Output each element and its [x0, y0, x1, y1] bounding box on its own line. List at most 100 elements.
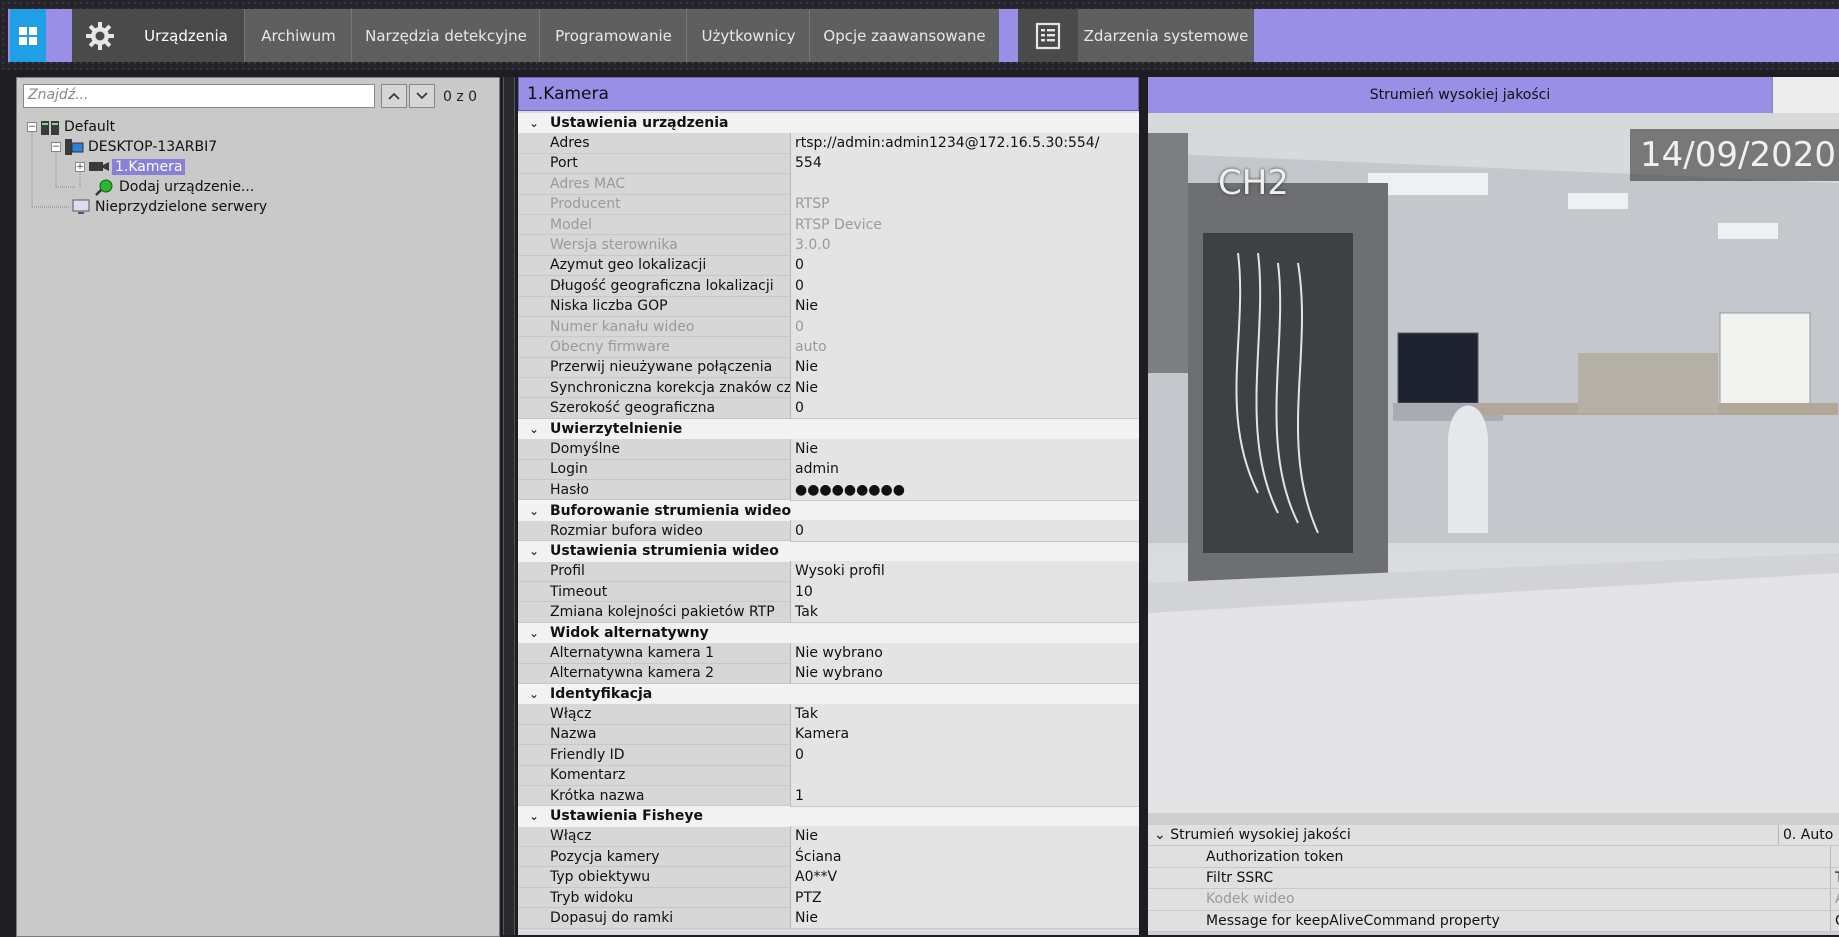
property-value[interactable]: Kamera [790, 724, 1139, 746]
stream-property-row[interactable]: Filtr SSRC Tak [1148, 867, 1839, 890]
property-value[interactable]: Nie wybrano [790, 663, 1139, 685]
property-row[interactable]: Model RTSP Device [518, 214, 1139, 236]
stream-property-row[interactable]: Message for keepAliveCommand property OPT… [1148, 910, 1839, 932]
property-row[interactable]: Szerokość geograficzna 0 [518, 397, 1139, 420]
expand-icon[interactable]: + [75, 162, 85, 172]
property-row[interactable]: Długość geograficzna lokalizacji 0 [518, 275, 1139, 298]
property-row[interactable]: Adres MAC [518, 173, 1139, 196]
property-category[interactable]: ⌄ Widok alternatywny [518, 622, 1139, 644]
chevron-down-icon[interactable]: ⌄ [518, 544, 550, 558]
property-value[interactable]: Nie [790, 357, 1139, 379]
property-value[interactable]: Nie [790, 438, 1139, 461]
stream-category[interactable]: ⌄ Strumień wysokiej jakości 0. Auto [1148, 825, 1839, 847]
property-row[interactable]: Obecny firmware auto [518, 336, 1139, 359]
property-row[interactable]: Login admin [518, 459, 1139, 481]
property-row[interactable]: Zmiana kolejności pakietów RTP Tak [518, 601, 1139, 624]
stream-property-value[interactable]: Tak [1830, 867, 1839, 889]
property-category[interactable]: ⌄ Ustawienia urządzenia [518, 113, 1139, 134]
property-row[interactable]: Włącz Tak [518, 703, 1139, 726]
gear-icon[interactable] [72, 9, 128, 62]
chevron-down-icon[interactable]: ⌄ [518, 504, 550, 518]
tree-item-default[interactable]: − Default [27, 117, 115, 137]
property-row[interactable]: Włącz Nie [518, 826, 1139, 848]
tab-low-quality-stream[interactable] [1772, 77, 1839, 113]
property-row[interactable]: Adres rtsp://admin:admin1234@172.16.5.30:… [518, 132, 1139, 155]
property-category[interactable]: ⌄ Uwierzytelnienie [518, 418, 1139, 440]
property-row[interactable]: Tryb widoku PTZ [518, 887, 1139, 909]
property-category[interactable]: ⌄ Identyfikacja [518, 683, 1139, 705]
property-value[interactable]: rtsp://admin:admin1234@172.16.5.30:554/ [790, 132, 1139, 155]
property-value[interactable]: 0 [790, 744, 1139, 766]
property-row[interactable]: Numer kanału wideo 0 [518, 316, 1139, 338]
property-row[interactable]: Nazwa Kamera [518, 724, 1139, 746]
property-row[interactable]: Przerwij nieużywane połączenia Nie [518, 357, 1139, 379]
property-row[interactable]: Niska liczba GOP Nie [518, 296, 1139, 318]
tree-item-unassigned-servers[interactable]: Nieprzydzielone serwery [71, 197, 267, 217]
previous-result-button[interactable] [381, 84, 407, 108]
chevron-down-icon[interactable]: ⌄ [518, 422, 550, 436]
collapse-icon[interactable]: − [51, 142, 61, 152]
property-row[interactable]: Hasło ●●●●●●●●● [518, 479, 1139, 501]
tab-system-events[interactable]: Zdarzenia systemowe [1078, 9, 1254, 62]
tab-high-quality-stream[interactable]: Strumień wysokiej jakości [1148, 77, 1772, 113]
tree-item-add-device[interactable]: Dodaj urządzenie... [95, 177, 254, 197]
property-value[interactable]: Ściana [790, 846, 1139, 868]
chevron-down-icon[interactable]: ⌄ [518, 626, 550, 640]
property-value[interactable]: admin [790, 459, 1139, 481]
property-value[interactable] [790, 765, 1139, 787]
property-value[interactable]: Nie [790, 826, 1139, 848]
chevron-down-icon[interactable]: ⌄ [518, 687, 550, 701]
chevron-down-icon[interactable]: ⌄ [1154, 827, 1170, 843]
property-row[interactable]: Krótka nazwa 1 [518, 785, 1139, 807]
property-row[interactable]: Dopasuj do ramki Nie [518, 907, 1139, 930]
property-value[interactable]: 10 [790, 581, 1139, 603]
property-category[interactable]: ⌄ Buforowanie strumienia wideo [518, 500, 1139, 521]
property-row[interactable]: Port 554 [518, 153, 1139, 175]
chevron-down-icon[interactable]: ⌄ [518, 809, 550, 823]
tab-detection-tools[interactable]: Narzędzia detekcyjne [351, 9, 540, 62]
property-value[interactable]: 0 [790, 397, 1139, 420]
property-row[interactable]: Profil Wysoki profil [518, 561, 1139, 583]
property-value[interactable]: Nie [790, 377, 1139, 399]
property-row[interactable]: Pozycja kamery Ściana [518, 846, 1139, 868]
tab-advanced-options[interactable]: Opcje zaawansowane [809, 9, 999, 62]
property-value[interactable]: Tak [790, 703, 1139, 726]
tab-programming[interactable]: Programowanie [539, 9, 687, 62]
property-row[interactable]: Rozmiar bufora wideo 0 [518, 520, 1139, 542]
property-row[interactable]: Domyślne Nie [518, 438, 1139, 461]
tab-archive[interactable]: Archiwum [244, 9, 352, 62]
report-icon[interactable] [1018, 9, 1078, 62]
property-value[interactable]: A0**V [790, 866, 1139, 889]
stream-property-row[interactable]: Authorization token [1148, 846, 1839, 868]
tree-item-server[interactable]: − DESKTOP-13ARBI7 [51, 137, 217, 157]
property-row[interactable]: Synchroniczna korekcja znaków czas Nie [518, 377, 1139, 399]
tab-devices[interactable]: Urządzenia [128, 9, 244, 62]
property-row[interactable]: Komentarz [518, 765, 1139, 787]
next-result-button[interactable] [409, 84, 435, 108]
property-row[interactable]: Typ obiektywu A0**V [518, 866, 1139, 889]
tree-item-camera[interactable]: + 1.Kamera [75, 157, 186, 177]
property-value[interactable]: 1 [790, 785, 1139, 807]
stream-property-value[interactable] [1830, 846, 1839, 867]
property-value[interactable]: Nie [790, 907, 1139, 930]
property-row[interactable]: Friendly ID 0 [518, 744, 1139, 766]
property-value[interactable]: Tak [790, 601, 1139, 624]
stream-property-value[interactable]: 0. Auto [1778, 825, 1839, 846]
property-value[interactable]: 0 [790, 520, 1139, 542]
panel-splitter[interactable] [503, 77, 515, 935]
property-row[interactable]: Timeout 10 [518, 581, 1139, 603]
chevron-down-icon[interactable]: ⌄ [518, 116, 550, 130]
property-value[interactable]: Nie wybrano [790, 642, 1139, 665]
property-row[interactable]: Alternatywna kamera 2 Nie wybrano [518, 663, 1139, 685]
property-row[interactable]: Alternatywna kamera 1 Nie wybrano [518, 642, 1139, 665]
property-value[interactable]: PTZ [790, 887, 1139, 909]
property-row[interactable]: Wersja sterownika 3.0.0 [518, 234, 1139, 257]
property-category[interactable]: ⌄ Ustawienia Fisheye [518, 806, 1139, 827]
tab-users[interactable]: Użytkownicy [686, 9, 810, 62]
stream-property-value[interactable]: OPTIONS [1830, 910, 1839, 931]
stream-property-row[interactable]: Kodek wideo Auto [1148, 889, 1839, 911]
property-row[interactable]: Producent RTSP [518, 194, 1139, 216]
property-value[interactable]: 0 [790, 275, 1139, 298]
property-category[interactable]: ⌄ Ustawienia strumienia wideo [518, 541, 1139, 562]
property-value[interactable]: 554 [790, 153, 1139, 175]
